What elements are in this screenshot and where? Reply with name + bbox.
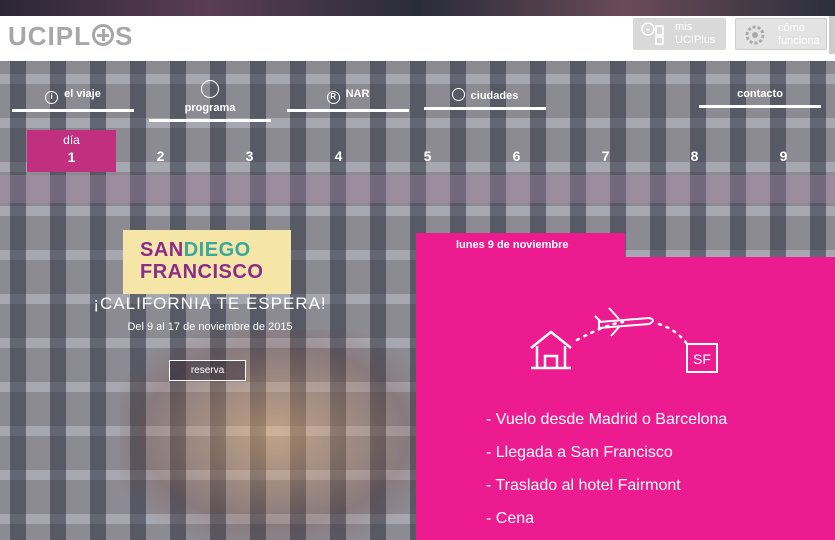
list-item: - Traslado al hotel Fairmont: [486, 477, 681, 494]
nav-programa-label: programa: [184, 102, 236, 114]
dotted-path-right: [657, 322, 689, 346]
svg-text:+: +: [646, 25, 651, 34]
day-1[interactable]: día 1: [27, 130, 116, 172]
sf-badge: SF: [686, 343, 718, 373]
day-number: 6: [512, 148, 521, 164]
house-icon: [530, 330, 572, 370]
clock-icon: [201, 80, 219, 98]
list-item: - Vuelo desde Madrid o Barcelona: [486, 411, 728, 428]
day-8[interactable]: 8: [650, 130, 739, 172]
day-number: 1: [67, 149, 76, 165]
sf-label: SF: [693, 351, 711, 367]
mis-uciplus-label: mis UCIPlus: [675, 21, 716, 46]
list-item: - Llegada a San Francisco: [486, 444, 673, 461]
day-number: 8: [690, 148, 699, 164]
panel-date-tab: lunes 9 de noviembre: [416, 233, 625, 257]
entrance-glow: [120, 330, 430, 540]
como-funciona-button[interactable]: cómo funciona: [735, 18, 827, 50]
day-6[interactable]: 6: [472, 130, 561, 172]
user-icon: +: [641, 22, 664, 45]
registered-icon: R: [326, 91, 340, 104]
day-7[interactable]: 7: [561, 130, 650, 172]
purple-light-band: [0, 175, 835, 203]
day-number: 3: [245, 148, 254, 164]
nav-nar-label: NAR: [345, 88, 370, 100]
nav-nar[interactable]: R NAR: [287, 88, 409, 112]
day-label: día: [63, 133, 80, 147]
day-4[interactable]: 4: [294, 130, 383, 172]
top-header: UCIPL S + mis UCIPlus cómo funciona: [0, 16, 835, 61]
day-number: 4: [334, 148, 343, 164]
day-number: 5: [423, 148, 432, 164]
nav-contacto[interactable]: contacto: [699, 88, 821, 108]
gear-icon: [745, 25, 765, 45]
nav-el-viaje-label: el viaje: [64, 88, 101, 100]
logo-francisco: FRANCISCO: [140, 261, 264, 283]
day-number: 2: [156, 148, 165, 164]
nav-contacto-label: contacto: [737, 88, 783, 100]
como-funciona-label: cómo funciona: [778, 22, 820, 47]
promo-dates: Del 9 al 17 de noviembre de 2015: [127, 321, 293, 333]
logo-san: SAN: [140, 239, 184, 261]
nav-el-viaje[interactable]: i el viaje: [12, 88, 134, 112]
uciplus-logo[interactable]: UCIPL S: [8, 21, 133, 52]
logo-plus-icon: [92, 24, 114, 46]
reserva-button[interactable]: reserva: [169, 360, 246, 381]
itinerary-list: - Vuelo desde Madrid o Barcelona - Llega…: [486, 403, 727, 535]
day-3[interactable]: 3: [205, 130, 294, 172]
day-number: 9: [779, 148, 788, 164]
info-icon: i: [45, 91, 59, 104]
travel-illustration: SF: [530, 307, 718, 373]
promo-headline: ¡CALIFORNIA TE ESPERA!: [93, 294, 327, 313]
nav-ciudades-label: ciudades: [470, 90, 519, 102]
scrollbar[interactable]: [829, 16, 835, 54]
day-number: 7: [601, 148, 610, 164]
day-2[interactable]: 2: [116, 130, 205, 172]
location-icon: [451, 88, 465, 101]
nav-ciudades[interactable]: ciudades: [424, 88, 546, 110]
mis-uciplus-button[interactable]: + mis UCIPlus: [633, 18, 726, 50]
nav-programa[interactable]: programa: [149, 80, 271, 122]
list-item: - Cena: [486, 510, 535, 527]
day-9[interactable]: 9: [739, 130, 828, 172]
san-diego-francisco-logo: SANDIEGO FRANCISCO: [123, 230, 291, 294]
logo-diego: DIEGO: [183, 239, 251, 261]
day-5[interactable]: 5: [383, 130, 472, 172]
